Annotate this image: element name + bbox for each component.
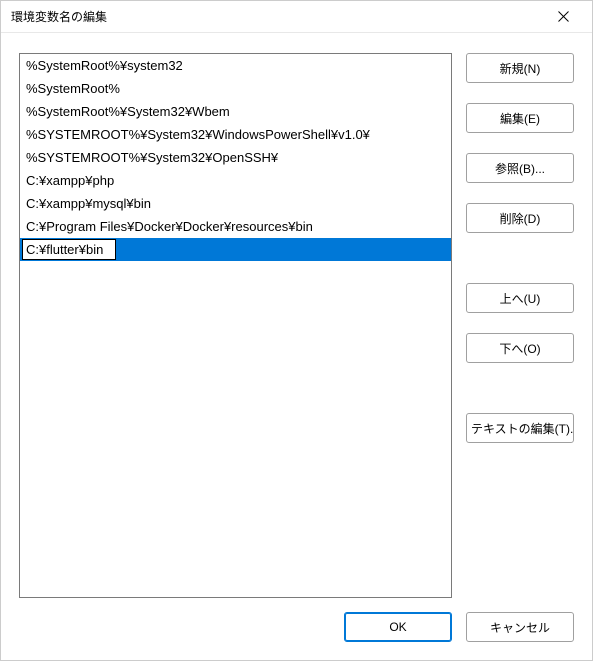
list-item[interactable]: %SystemRoot%¥System32¥Wbem	[20, 100, 451, 123]
delete-button[interactable]: 削除(D)	[466, 203, 574, 233]
list-item[interactable]: C:¥xampp¥php	[20, 169, 451, 192]
edit-text-button[interactable]: テキストの編集(T)...	[466, 413, 574, 443]
browse-button[interactable]: 参照(B)...	[466, 153, 574, 183]
window-title: 環境変数名の編集	[11, 8, 542, 25]
close-button[interactable]	[542, 3, 584, 31]
ok-button[interactable]: OK	[344, 612, 452, 642]
list-item[interactable]: %SYSTEMROOT%¥System32¥OpenSSH¥	[20, 146, 451, 169]
side-buttons: 新規(N) 編集(E) 参照(B)... 削除(D) 上へ(U) 下へ(O) テ…	[466, 53, 574, 598]
dialog-window: 環境変数名の編集 %SystemRoot%¥system32%SystemRoo…	[0, 0, 593, 661]
path-list[interactable]: %SystemRoot%¥system32%SystemRoot%%System…	[19, 53, 452, 598]
list-item[interactable]: %SystemRoot%	[20, 77, 451, 100]
close-icon	[558, 11, 569, 22]
cancel-button[interactable]: キャンセル	[466, 612, 574, 642]
list-item[interactable]: %SystemRoot%¥system32	[20, 54, 451, 77]
move-down-button[interactable]: 下へ(O)	[466, 333, 574, 363]
content-area: %SystemRoot%¥system32%SystemRoot%%System…	[1, 33, 592, 608]
bottom-bar: OK キャンセル	[1, 608, 592, 660]
path-edit-input[interactable]	[22, 239, 116, 260]
edit-button[interactable]: 編集(E)	[466, 103, 574, 133]
list-item[interactable]: C:¥Program Files¥Docker¥Docker¥resources…	[20, 215, 451, 238]
move-up-button[interactable]: 上へ(U)	[466, 283, 574, 313]
new-button[interactable]: 新規(N)	[466, 53, 574, 83]
titlebar: 環境変数名の編集	[1, 1, 592, 33]
list-item[interactable]: C:¥xampp¥mysql¥bin	[20, 192, 451, 215]
list-item[interactable]: %SYSTEMROOT%¥System32¥WindowsPowerShell¥…	[20, 123, 451, 146]
list-item[interactable]	[20, 238, 451, 261]
